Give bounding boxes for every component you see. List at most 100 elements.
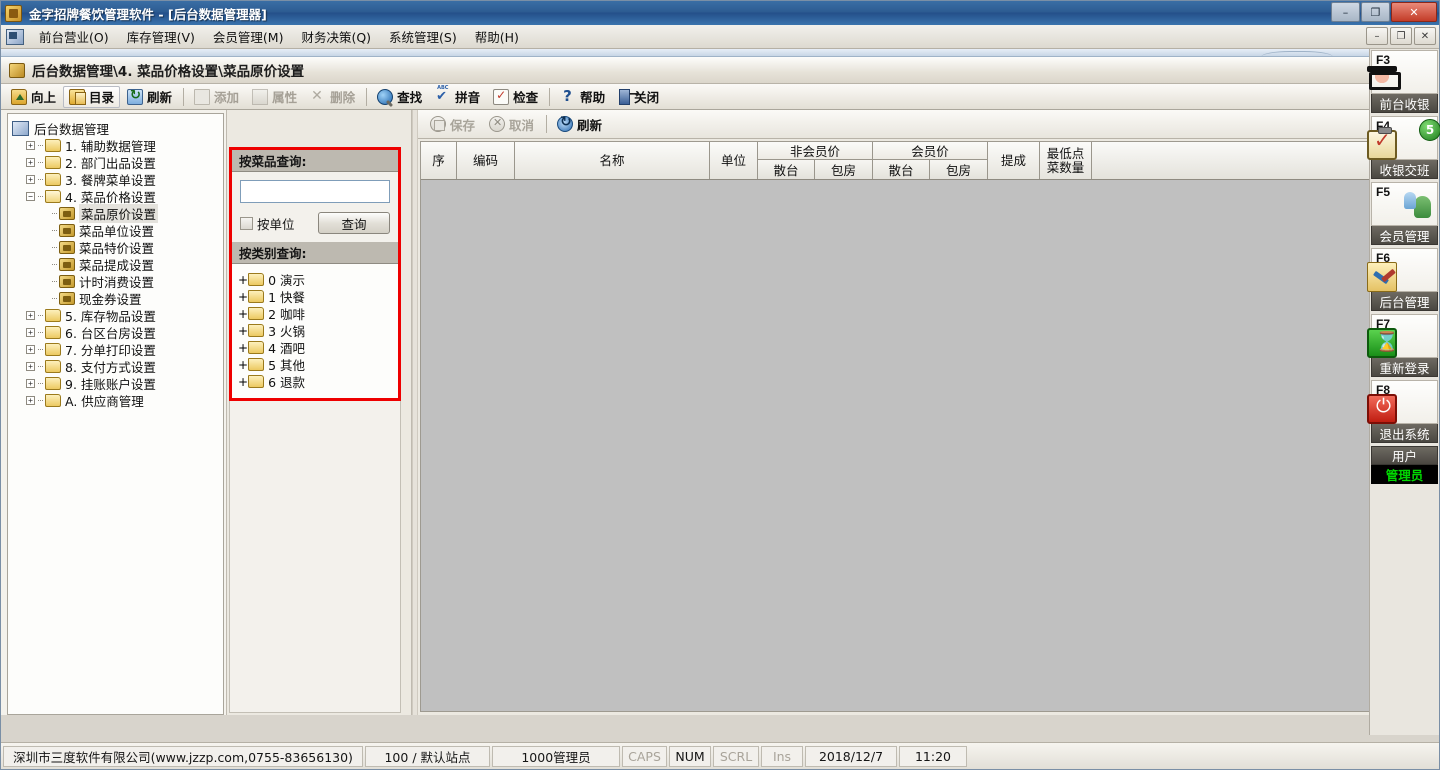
folder-icon (248, 375, 265, 388)
toolbar-catalog-button[interactable]: 目录 (63, 85, 121, 108)
tree-item-8[interactable]: + 8. 支付方式设置 (26, 358, 219, 375)
menu-item-inventory[interactable]: 库存管理(V) (118, 24, 204, 49)
tree-item-5[interactable]: + 5. 库存物品设置 (26, 307, 219, 324)
category-item-1[interactable]: + 1 快餐 (238, 288, 392, 306)
grid-refresh-button[interactable]: 刷新 (551, 113, 608, 135)
column-header-min-order-qty[interactable]: 最低点 菜数量 (1040, 142, 1092, 179)
navigation-tree[interactable]: 后台数据管理 + 1. 辅助数据管理 + 2. 部门出品设置 + 3. 餐牌菜单… (7, 113, 224, 715)
expander-icon[interactable]: + (26, 396, 35, 405)
category-item-6[interactable]: + 6 退款 (238, 373, 392, 391)
toolbar-help-button[interactable]: 帮助 (554, 86, 611, 108)
toolbar-delete-button[interactable]: 删除 (304, 86, 361, 108)
collapse-icon[interactable]: − (26, 192, 35, 201)
expander-icon[interactable]: + (26, 141, 35, 150)
menu-item-system[interactable]: 系统管理(S) (380, 24, 466, 49)
toolbar-up-button[interactable]: 向上 (5, 86, 62, 108)
expander-icon[interactable]: + (238, 273, 248, 287)
tree-child-dish-special[interactable]: 菜品特价设置 (40, 239, 219, 256)
tree-root[interactable]: 后台数据管理 (12, 120, 219, 137)
tree-child-dish-price[interactable]: 菜品原价设置 (40, 204, 219, 223)
folder-icon (248, 324, 265, 337)
tree-child-timed-consumption[interactable]: 计时消费设置 (40, 273, 219, 290)
column-header-commission[interactable]: 提成 (988, 142, 1040, 179)
category-tree[interactable]: + 0 演示 + 1 快餐 + 2 咖啡 + 3 火锅 + 4 酒吧 + 5 其… (232, 264, 398, 398)
dock-button-members[interactable]: F5 (1371, 182, 1438, 226)
tree-item-2[interactable]: + 2. 部门出品设置 (26, 154, 219, 171)
expander-icon[interactable]: + (26, 379, 35, 388)
toolbar-properties-button[interactable]: 属性 (246, 86, 303, 108)
expander-icon[interactable]: + (238, 290, 248, 304)
category-item-3[interactable]: + 3 火锅 (238, 322, 392, 340)
close-button[interactable]: ✕ (1391, 2, 1437, 22)
toolbar-pinyin-button[interactable]: 拼音 (429, 85, 486, 108)
tree-child-dish-commission[interactable]: 菜品提成设置 (40, 256, 219, 273)
by-unit-checkbox[interactable] (240, 216, 253, 230)
toolbar-add-button[interactable]: 添加 (188, 86, 245, 108)
column-header-unit[interactable]: 单位 (710, 142, 758, 179)
folder-icon (248, 290, 265, 303)
refresh-icon (557, 114, 574, 132)
tree-item-1[interactable]: + 1. 辅助数据管理 (26, 137, 219, 154)
mdi-close-button[interactable]: ✕ (1414, 27, 1436, 45)
toolbar-close-button[interactable]: 关闭 (612, 86, 665, 108)
dock-button-backoffice[interactable]: F6 (1367, 248, 1438, 292)
maximize-button[interactable]: ❐ (1361, 2, 1390, 22)
expander-icon[interactable]: + (238, 307, 248, 321)
menu-item-frontdesk[interactable]: 前台营业(O) (30, 24, 118, 49)
shift-badge: 5 (1419, 119, 1440, 141)
expander-icon[interactable]: + (238, 358, 248, 372)
expander-icon[interactable]: + (26, 345, 35, 354)
tree-item-a[interactable]: + A. 供应商管理 (26, 392, 219, 409)
tree-item-4[interactable]: − 4. 菜品价格设置 (26, 188, 219, 205)
cancel-label: 取消 (509, 117, 535, 133)
dock-button-frontdesk[interactable]: F3 (1367, 50, 1438, 94)
checklist-icon (493, 88, 510, 105)
category-item-0[interactable]: + 0 演示 (238, 271, 392, 289)
dock-button-exit[interactable]: F8 (1367, 380, 1438, 424)
expander-icon[interactable]: + (238, 375, 248, 389)
column-header-member-hall[interactable]: 散台 (873, 160, 930, 179)
tree-item-9[interactable]: + 9. 挂账账户设置 (26, 375, 219, 392)
window-controls: – ❐ ✕ (1331, 2, 1437, 22)
mdi-restore-button[interactable]: ❐ (1390, 27, 1412, 45)
column-header-nonmember-room[interactable]: 包房 (815, 160, 872, 179)
column-header-seq[interactable]: 序 (421, 142, 457, 179)
search-input[interactable] (240, 180, 390, 203)
menu-item-help[interactable]: 帮助(H) (466, 24, 528, 49)
menu-item-finance[interactable]: 财务决策(Q) (292, 24, 380, 49)
column-header-nonmember-hall[interactable]: 散台 (758, 160, 815, 179)
search-button[interactable]: 查询 (318, 212, 390, 234)
expander-icon[interactable]: + (26, 328, 35, 337)
cancel-button[interactable]: 取消 (483, 113, 540, 135)
column-header-code[interactable]: 编码 (457, 142, 515, 179)
column-header-member-room[interactable]: 包房 (930, 160, 987, 179)
tree-item-3[interactable]: + 3. 餐牌菜单设置 (26, 171, 219, 188)
column-header-name[interactable]: 名称 (515, 142, 710, 179)
folder-icon (248, 341, 265, 354)
expander-icon[interactable]: + (26, 311, 35, 320)
toolbar-check-button[interactable]: 检查 (487, 86, 544, 108)
window-title: 金字招牌餐饮管理软件 - [后台数据管理器] (29, 6, 267, 22)
save-button[interactable]: 保存 (424, 113, 481, 135)
expander-icon[interactable]: + (26, 362, 35, 371)
expander-icon[interactable]: + (238, 341, 248, 355)
tree-child-dish-unit[interactable]: 菜品单位设置 (40, 222, 219, 239)
expander-icon[interactable]: + (26, 175, 35, 184)
tree-child-cash-voucher[interactable]: 现金券设置 (40, 290, 219, 307)
expander-icon[interactable]: + (238, 324, 248, 338)
mdi-minimize-button[interactable]: – (1366, 27, 1388, 45)
tree-item-7[interactable]: + 7. 分单打印设置 (26, 341, 219, 358)
category-item-5[interactable]: + 5 其他 (238, 356, 392, 374)
data-grid-rows[interactable] (421, 180, 1419, 711)
category-item-4[interactable]: + 4 酒吧 (238, 339, 392, 357)
toolbar-refresh-button[interactable]: 刷新 (121, 86, 178, 108)
menu-item-members[interactable]: 会员管理(M) (204, 24, 293, 49)
dock-button-relogin[interactable]: F7 (1367, 314, 1438, 358)
dock-caption-relogin: 重新登录 (1371, 358, 1438, 377)
minimize-button[interactable]: – (1331, 2, 1360, 22)
expander-icon[interactable]: + (26, 158, 35, 167)
toolbar-find-button[interactable]: 查找 (371, 86, 428, 108)
category-item-2[interactable]: + 2 咖啡 (238, 305, 392, 323)
tree-item-6[interactable]: + 6. 台区台房设置 (26, 324, 219, 341)
dock-button-shift[interactable]: F4 5 (1367, 116, 1440, 160)
